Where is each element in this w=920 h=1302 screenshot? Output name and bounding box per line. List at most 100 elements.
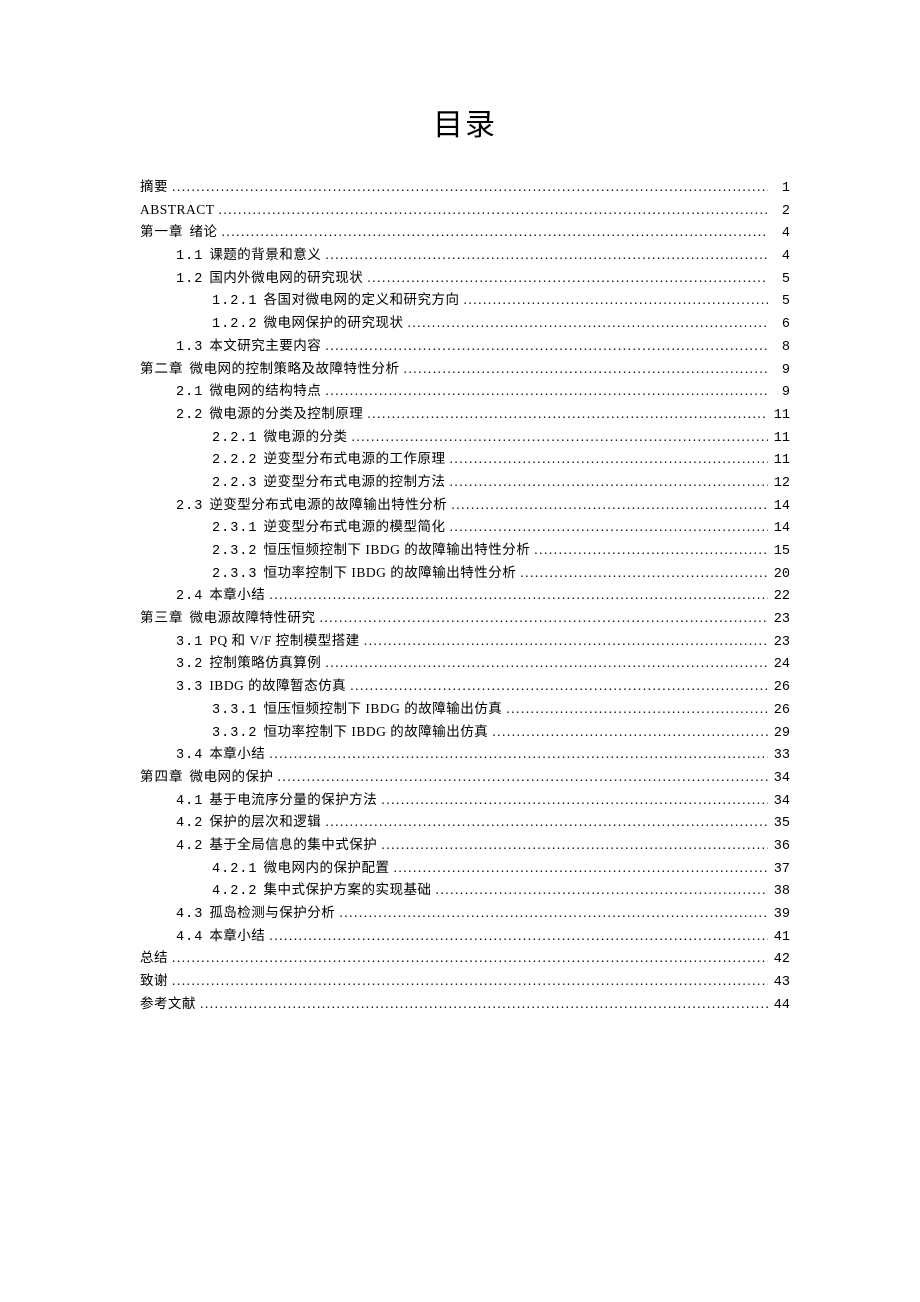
toc-entry-number: 4.2.2	[212, 885, 258, 899]
toc-entry-page: 4	[772, 227, 790, 241]
toc-entry-label: 本章小结	[209, 929, 265, 943]
toc-entry-label: 集中式保护方案的实现基础	[264, 883, 432, 897]
toc-leader-dots	[320, 611, 769, 625]
toc-entry-page: 2	[772, 205, 790, 219]
toc-entry-page: 14	[772, 500, 790, 514]
toc-entry-number: 4.3	[176, 908, 203, 922]
toc-entry-number: 2.3.3	[212, 568, 258, 582]
toc-leader-dots	[325, 656, 768, 670]
toc-entry[interactable]: 4.2.1微电网内的保护配置37	[140, 861, 790, 877]
toc-entry[interactable]: 1.2.2微电网保护的研究现状6	[140, 316, 790, 332]
toc-entry-page: 9	[772, 364, 790, 378]
toc-leader-dots	[219, 203, 768, 217]
toc-entry[interactable]: 2.3.1逆变型分布式电源的模型简化14	[140, 520, 790, 536]
toc-leader-dots	[278, 770, 769, 784]
toc-entry-page: 34	[772, 772, 790, 786]
toc-entry-number: 2.2	[176, 409, 203, 423]
toc-entry[interactable]: 4.4 本章小结 41	[140, 929, 790, 945]
toc-leader-dots	[367, 407, 768, 421]
toc-entry-label: 微电源的分类及控制原理	[209, 407, 363, 421]
toc-entry[interactable]: 4.2.2集中式保护方案的实现基础38	[140, 883, 790, 899]
toc-entry-label: 恒功率控制下 IBDG 的故障输出仿真	[264, 725, 489, 739]
toc-entry-number: 1.1	[176, 250, 203, 264]
toc-entry-label: IBDG 的故障暂态仿真	[209, 679, 346, 693]
toc-entry-page: 39	[772, 908, 790, 922]
toc-entry-number: 4.4	[176, 931, 203, 945]
page-title: 目录	[140, 100, 790, 144]
toc-entry-page: 11	[772, 409, 790, 423]
toc-entry[interactable]: 2.2.3逆变型分布式电源的控制方法12	[140, 475, 790, 491]
toc-entry[interactable]: 第一章绪论4	[140, 225, 790, 241]
toc-entry-label: 致谢	[140, 974, 168, 988]
toc-entry[interactable]: 3.4本章小结33	[140, 747, 790, 763]
toc-entry[interactable]: 2.2.2逆变型分布式电源的工作原理11	[140, 452, 790, 468]
toc-entry[interactable]: 1.1课题的背景和意义4	[140, 248, 790, 264]
toc-entry[interactable]: 4.1基于电流序分量的保护方法34	[140, 793, 790, 809]
toc-leader-dots	[520, 566, 768, 580]
toc-entry[interactable]: ABSTRACT 2	[140, 203, 790, 219]
toc-entry[interactable]: 第四章微电网的保护34	[140, 770, 790, 786]
toc-entry-label: 逆变型分布式电源的模型简化	[264, 520, 446, 534]
toc-entry-page: 36	[772, 840, 790, 854]
toc-entry-number: 2.1	[176, 386, 203, 400]
toc-entry[interactable]: 2.3逆变型分布式电源的故障输出特性分析14	[140, 498, 790, 514]
toc-entry-page: 22	[772, 590, 790, 604]
toc-entry-number: 第三章	[140, 613, 184, 627]
toc-leader-dots	[172, 180, 768, 194]
toc-entry-number: 第四章	[140, 772, 184, 786]
toc-leader-dots	[364, 634, 768, 648]
toc-leader-dots	[451, 498, 768, 512]
toc-leader-dots	[394, 861, 768, 875]
toc-entry[interactable]: 2.4本章小结22	[140, 588, 790, 604]
toc-entry[interactable]: 4.3 孤岛检测与保护分析 39	[140, 906, 790, 922]
toc-entry-label: 孤岛检测与保护分析	[209, 906, 335, 920]
toc-entry-number: 2.2.2	[212, 454, 258, 468]
toc-entry-number: 2.2.3	[212, 477, 258, 491]
toc-entry-number: 1.3	[176, 341, 203, 355]
toc-entry[interactable]: 1.2国内外微电网的研究现状5	[140, 271, 790, 287]
toc-entry[interactable]: 3.3.1恒压恒频控制下 IBDG 的故障输出仿真26	[140, 702, 790, 718]
toc-entry-page: 14	[772, 522, 790, 536]
toc-entry-page: 34	[772, 795, 790, 809]
toc-leader-dots	[269, 747, 768, 761]
toc-entry[interactable]: 3.3.2恒功率控制下 IBDG 的故障输出仿真29	[140, 725, 790, 741]
toc-entry-label: ABSTRACT	[140, 203, 215, 217]
toc-entry[interactable]: 致谢43	[140, 974, 790, 990]
toc-entry-label: 各国对微电网的定义和研究方向	[264, 293, 460, 307]
toc-entry-label: 参考文献	[140, 997, 196, 1011]
toc-entry-page: 26	[772, 681, 790, 695]
toc-leader-dots	[325, 815, 768, 829]
toc-entry-label: 基于电流序分量的保护方法	[209, 793, 377, 807]
toc-entry-label: 逆变型分布式电源的故障输出特性分析	[209, 498, 447, 512]
toc-entry[interactable]: 1.2.1各国对微电网的定义和研究方向5	[140, 293, 790, 309]
toc-leader-dots	[325, 248, 768, 262]
toc-entry[interactable]: 第二章微电网的控制策略及故障特性分析9	[140, 362, 790, 378]
toc-leader-dots	[436, 883, 768, 897]
toc-entry[interactable]: 3.1PQ 和 V/F 控制模型搭建23	[140, 634, 790, 650]
toc-entry-number: 4.2	[176, 817, 203, 831]
toc-entry-page: 41	[772, 931, 790, 945]
toc-entry[interactable]: 2.3.2恒压恒频控制下 IBDG 的故障输出特性分析15	[140, 543, 790, 559]
toc-leader-dots	[450, 475, 768, 489]
toc-entry-label: 国内外微电网的研究现状	[209, 271, 363, 285]
toc-entry[interactable]: 4.2基于全局信息的集中式保护36	[140, 838, 790, 854]
toc-entry[interactable]: 3.2控制策略仿真算例24	[140, 656, 790, 672]
toc-entry[interactable]: 2.1微电网的结构特点9	[140, 384, 790, 400]
toc-entry[interactable]: 2.2 微电源的分类及控制原理 11	[140, 407, 790, 423]
toc-entry-page: 11	[772, 432, 790, 446]
toc-entry[interactable]: 第三章微电源故障特性研究23	[140, 611, 790, 627]
toc-leader-dots	[269, 588, 768, 602]
toc-entry[interactable]: 4.2保护的层次和逻辑35	[140, 815, 790, 831]
toc-entry[interactable]: 2.2.1微电源的分类11	[140, 430, 790, 446]
toc-entry[interactable]: 摘要1	[140, 180, 790, 196]
toc-entry[interactable]: 总结42	[140, 951, 790, 967]
toc-entry-number: 3.2	[176, 658, 203, 672]
toc-leader-dots	[172, 951, 768, 965]
toc-entry[interactable]: 1.3本文研究主要内容8	[140, 339, 790, 355]
toc-entry-label: 本章小结	[209, 588, 265, 602]
toc-entry-number: 第二章	[140, 364, 184, 378]
toc-entry[interactable]: 3.3IBDG 的故障暂态仿真26	[140, 679, 790, 695]
toc-entry[interactable]: 2.3.3恒功率控制下 IBDG 的故障输出特性分析20	[140, 566, 790, 582]
toc-entry[interactable]: 参考文献44	[140, 997, 790, 1013]
toc-entry-page: 42	[772, 953, 790, 967]
